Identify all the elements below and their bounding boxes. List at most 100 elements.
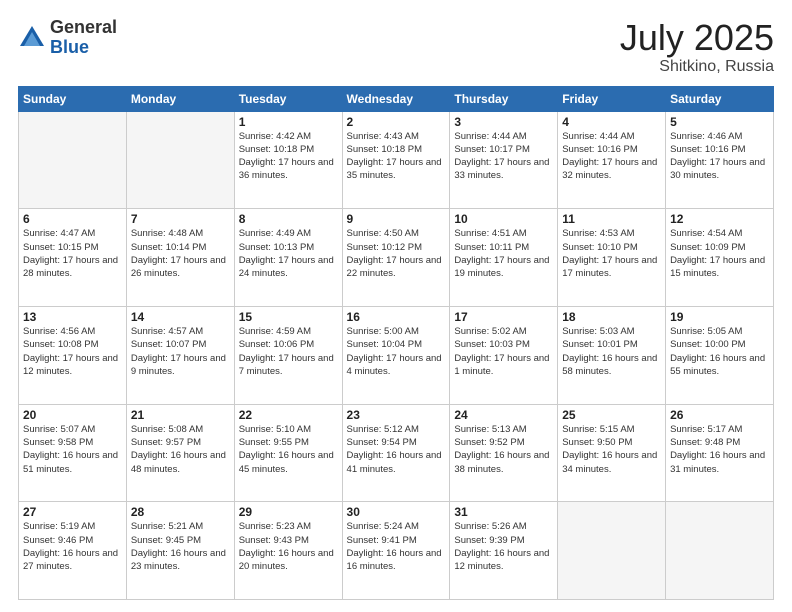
- day-number: 24: [454, 408, 553, 422]
- day-number: 25: [562, 408, 661, 422]
- day-info: Sunrise: 4:59 AM Sunset: 10:06 PM Daylig…: [239, 325, 338, 378]
- day-number: 13: [23, 310, 122, 324]
- day-cell-0-2: 1Sunrise: 4:42 AM Sunset: 10:18 PM Dayli…: [234, 111, 342, 209]
- day-info: Sunrise: 4:44 AM Sunset: 10:17 PM Daylig…: [454, 130, 553, 183]
- day-cell-0-0: [19, 111, 127, 209]
- day-cell-4-1: 28Sunrise: 5:21 AM Sunset: 9:45 PM Dayli…: [126, 502, 234, 600]
- day-info: Sunrise: 5:21 AM Sunset: 9:45 PM Dayligh…: [131, 520, 230, 573]
- day-cell-3-3: 23Sunrise: 5:12 AM Sunset: 9:54 PM Dayli…: [342, 404, 450, 502]
- header-tuesday: Tuesday: [234, 86, 342, 111]
- day-number: 29: [239, 505, 338, 519]
- logo-icon: [18, 24, 46, 52]
- day-info: Sunrise: 5:15 AM Sunset: 9:50 PM Dayligh…: [562, 423, 661, 476]
- day-number: 21: [131, 408, 230, 422]
- day-cell-1-3: 9Sunrise: 4:50 AM Sunset: 10:12 PM Dayli…: [342, 209, 450, 307]
- day-cell-2-1: 14Sunrise: 4:57 AM Sunset: 10:07 PM Dayl…: [126, 306, 234, 404]
- day-number: 14: [131, 310, 230, 324]
- day-info: Sunrise: 5:10 AM Sunset: 9:55 PM Dayligh…: [239, 423, 338, 476]
- week-row-5: 27Sunrise: 5:19 AM Sunset: 9:46 PM Dayli…: [19, 502, 774, 600]
- day-cell-2-4: 17Sunrise: 5:02 AM Sunset: 10:03 PM Dayl…: [450, 306, 558, 404]
- header-wednesday: Wednesday: [342, 86, 450, 111]
- day-cell-1-0: 6Sunrise: 4:47 AM Sunset: 10:15 PM Dayli…: [19, 209, 127, 307]
- day-cell-2-6: 19Sunrise: 5:05 AM Sunset: 10:00 PM Dayl…: [666, 306, 774, 404]
- day-number: 7: [131, 212, 230, 226]
- day-info: Sunrise: 5:23 AM Sunset: 9:43 PM Dayligh…: [239, 520, 338, 573]
- day-info: Sunrise: 5:12 AM Sunset: 9:54 PM Dayligh…: [347, 423, 446, 476]
- logo-blue: Blue: [50, 37, 89, 57]
- day-info: Sunrise: 5:24 AM Sunset: 9:41 PM Dayligh…: [347, 520, 446, 573]
- day-number: 8: [239, 212, 338, 226]
- day-number: 23: [347, 408, 446, 422]
- day-cell-3-0: 20Sunrise: 5:07 AM Sunset: 9:58 PM Dayli…: [19, 404, 127, 502]
- day-cell-0-5: 4Sunrise: 4:44 AM Sunset: 10:16 PM Dayli…: [558, 111, 666, 209]
- day-number: 18: [562, 310, 661, 324]
- day-number: 15: [239, 310, 338, 324]
- day-info: Sunrise: 4:49 AM Sunset: 10:13 PM Daylig…: [239, 227, 338, 280]
- page: General Blue July 2025 Shitkino, Russia …: [0, 0, 792, 612]
- header-saturday: Saturday: [666, 86, 774, 111]
- day-cell-2-5: 18Sunrise: 5:03 AM Sunset: 10:01 PM Dayl…: [558, 306, 666, 404]
- day-cell-3-6: 26Sunrise: 5:17 AM Sunset: 9:48 PM Dayli…: [666, 404, 774, 502]
- day-number: 4: [562, 115, 661, 129]
- day-number: 27: [23, 505, 122, 519]
- day-info: Sunrise: 4:57 AM Sunset: 10:07 PM Daylig…: [131, 325, 230, 378]
- day-number: 3: [454, 115, 553, 129]
- day-info: Sunrise: 5:07 AM Sunset: 9:58 PM Dayligh…: [23, 423, 122, 476]
- week-row-1: 1Sunrise: 4:42 AM Sunset: 10:18 PM Dayli…: [19, 111, 774, 209]
- day-info: Sunrise: 5:08 AM Sunset: 9:57 PM Dayligh…: [131, 423, 230, 476]
- day-cell-1-6: 12Sunrise: 4:54 AM Sunset: 10:09 PM Dayl…: [666, 209, 774, 307]
- header-thursday: Thursday: [450, 86, 558, 111]
- day-number: 28: [131, 505, 230, 519]
- day-info: Sunrise: 4:47 AM Sunset: 10:15 PM Daylig…: [23, 227, 122, 280]
- day-cell-0-3: 2Sunrise: 4:43 AM Sunset: 10:18 PM Dayli…: [342, 111, 450, 209]
- day-number: 12: [670, 212, 769, 226]
- day-info: Sunrise: 5:26 AM Sunset: 9:39 PM Dayligh…: [454, 520, 553, 573]
- calendar-header-row: Sunday Monday Tuesday Wednesday Thursday…: [19, 86, 774, 111]
- day-info: Sunrise: 5:13 AM Sunset: 9:52 PM Dayligh…: [454, 423, 553, 476]
- day-info: Sunrise: 4:43 AM Sunset: 10:18 PM Daylig…: [347, 130, 446, 183]
- day-info: Sunrise: 5:00 AM Sunset: 10:04 PM Daylig…: [347, 325, 446, 378]
- day-number: 31: [454, 505, 553, 519]
- day-cell-1-5: 11Sunrise: 4:53 AM Sunset: 10:10 PM Dayl…: [558, 209, 666, 307]
- day-info: Sunrise: 5:19 AM Sunset: 9:46 PM Dayligh…: [23, 520, 122, 573]
- day-cell-3-5: 25Sunrise: 5:15 AM Sunset: 9:50 PM Dayli…: [558, 404, 666, 502]
- calendar-table: Sunday Monday Tuesday Wednesday Thursday…: [18, 86, 774, 600]
- day-info: Sunrise: 4:44 AM Sunset: 10:16 PM Daylig…: [562, 130, 661, 183]
- header: General Blue July 2025 Shitkino, Russia: [18, 18, 774, 76]
- week-row-3: 13Sunrise: 4:56 AM Sunset: 10:08 PM Dayl…: [19, 306, 774, 404]
- day-cell-0-6: 5Sunrise: 4:46 AM Sunset: 10:16 PM Dayli…: [666, 111, 774, 209]
- day-cell-4-4: 31Sunrise: 5:26 AM Sunset: 9:39 PM Dayli…: [450, 502, 558, 600]
- day-cell-3-4: 24Sunrise: 5:13 AM Sunset: 9:52 PM Dayli…: [450, 404, 558, 502]
- week-row-4: 20Sunrise: 5:07 AM Sunset: 9:58 PM Dayli…: [19, 404, 774, 502]
- day-info: Sunrise: 4:42 AM Sunset: 10:18 PM Daylig…: [239, 130, 338, 183]
- logo-general: General: [50, 17, 117, 37]
- logo-text: General Blue: [50, 18, 117, 58]
- day-info: Sunrise: 4:56 AM Sunset: 10:08 PM Daylig…: [23, 325, 122, 378]
- day-number: 11: [562, 212, 661, 226]
- day-cell-1-2: 8Sunrise: 4:49 AM Sunset: 10:13 PM Dayli…: [234, 209, 342, 307]
- day-info: Sunrise: 4:53 AM Sunset: 10:10 PM Daylig…: [562, 227, 661, 280]
- header-friday: Friday: [558, 86, 666, 111]
- day-number: 5: [670, 115, 769, 129]
- logo: General Blue: [18, 18, 117, 58]
- day-cell-1-1: 7Sunrise: 4:48 AM Sunset: 10:14 PM Dayli…: [126, 209, 234, 307]
- day-cell-0-1: [126, 111, 234, 209]
- day-info: Sunrise: 4:54 AM Sunset: 10:09 PM Daylig…: [670, 227, 769, 280]
- title-block: July 2025 Shitkino, Russia: [620, 18, 774, 76]
- day-cell-4-3: 30Sunrise: 5:24 AM Sunset: 9:41 PM Dayli…: [342, 502, 450, 600]
- day-number: 9: [347, 212, 446, 226]
- day-cell-2-0: 13Sunrise: 4:56 AM Sunset: 10:08 PM Dayl…: [19, 306, 127, 404]
- header-monday: Monday: [126, 86, 234, 111]
- title-location: Shitkino, Russia: [620, 58, 774, 76]
- day-info: Sunrise: 5:05 AM Sunset: 10:00 PM Daylig…: [670, 325, 769, 378]
- day-info: Sunrise: 5:17 AM Sunset: 9:48 PM Dayligh…: [670, 423, 769, 476]
- day-number: 1: [239, 115, 338, 129]
- day-cell-4-2: 29Sunrise: 5:23 AM Sunset: 9:43 PM Dayli…: [234, 502, 342, 600]
- day-number: 30: [347, 505, 446, 519]
- day-info: Sunrise: 4:51 AM Sunset: 10:11 PM Daylig…: [454, 227, 553, 280]
- day-info: Sunrise: 4:50 AM Sunset: 10:12 PM Daylig…: [347, 227, 446, 280]
- day-number: 10: [454, 212, 553, 226]
- day-number: 17: [454, 310, 553, 324]
- day-number: 19: [670, 310, 769, 324]
- day-cell-2-3: 16Sunrise: 5:00 AM Sunset: 10:04 PM Dayl…: [342, 306, 450, 404]
